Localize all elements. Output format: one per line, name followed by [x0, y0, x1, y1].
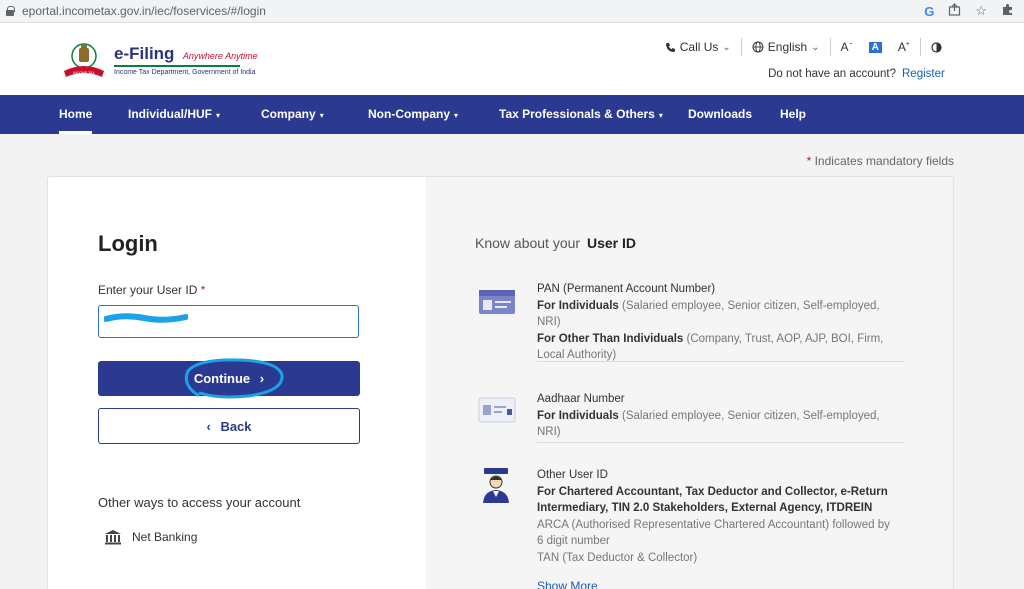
- other-id-info: Other User ID For Chartered Accountant, …: [537, 467, 897, 566]
- main-nav: Home Individual/HUF ▾ Company ▾ Non-Compan…: [0, 95, 1024, 134]
- brand-title: e-Filing: [114, 44, 175, 63]
- required-star: *: [200, 283, 206, 297]
- chevron-down-icon: ⌄: [722, 41, 731, 53]
- nav-home[interactable]: Home: [59, 95, 93, 134]
- pan-ind-label: For Individuals: [537, 299, 619, 312]
- mandatory-note-text: Indicates mandatory fields: [814, 154, 954, 168]
- brand-underline: [114, 65, 240, 67]
- chevron-right-icon: ›: [259, 371, 265, 386]
- nav-downloads[interactable]: Downloads: [688, 95, 752, 134]
- chevron-left-icon: ‹: [206, 418, 211, 434]
- other-id-bold-text: For Chartered Accountant, Tax Deductor a…: [537, 485, 888, 515]
- font-size-controls: A− A A+: [831, 40, 920, 54]
- nav-individual-label: Individual/HUF: [128, 107, 212, 121]
- nav-non-company-label: Non-Company: [368, 107, 450, 121]
- pan-other: For Other Than Individuals (Company, Tru…: [537, 331, 897, 364]
- aadhaar-info: Aadhaar Number For Individuals (Salaried…: [537, 391, 897, 441]
- chevron-down-icon: ▾: [454, 111, 459, 120]
- divider: [537, 442, 905, 443]
- pan-info: PAN (Permanent Account Number) For Indiv…: [537, 281, 897, 364]
- contrast-toggle[interactable]: [921, 41, 1024, 53]
- other-id-heading: Other User ID: [537, 469, 608, 481]
- other-ways-heading: Other ways to access your account: [98, 495, 301, 510]
- lock-icon: [6, 6, 15, 16]
- required-star: *: [806, 154, 815, 168]
- browser-address-bar[interactable]: eportal.incometax.gov.in/iec/foservices/…: [0, 0, 1024, 23]
- back-label: Back: [220, 418, 252, 434]
- default-font-icon[interactable]: A: [868, 41, 882, 53]
- net-banking-option[interactable]: Net Banking: [104, 529, 197, 545]
- userid-label-text: Enter your User ID: [98, 283, 198, 297]
- arca-text: ARCA (Authorised Representative Chartere…: [537, 518, 890, 548]
- know-heading-bold: User ID: [586, 235, 636, 251]
- increase-font-icon[interactable]: A+: [898, 40, 910, 54]
- contrast-icon: [931, 41, 942, 53]
- professional-user-icon: [483, 468, 509, 503]
- no-account-text: Do not have an account?: [768, 68, 896, 80]
- pan-other-label: For Other Than Individuals: [537, 332, 684, 345]
- aadhaar-card-icon: [478, 397, 516, 423]
- net-banking-label: Net Banking: [132, 530, 198, 544]
- know-heading-prefix: Know about your: [475, 235, 581, 251]
- pan-card-icon: [479, 290, 515, 314]
- register-link[interactable]: Register: [902, 68, 945, 80]
- phone-icon: [665, 42, 675, 52]
- share-icon[interactable]: [948, 3, 961, 19]
- star-icon[interactable]: ☆: [975, 3, 987, 19]
- language-selector[interactable]: English ⌄: [742, 40, 830, 54]
- url-text[interactable]: eportal.incometax.gov.in/iec/foservices/…: [22, 4, 266, 18]
- header-tools: Call Us ⌄ English ⌄ A− A A+: [655, 36, 1024, 58]
- nav-home-label: Home: [59, 107, 93, 121]
- svg-text:INCOME TAX: INCOME TAX: [73, 71, 95, 75]
- brand-subtitle: Income Tax Department, Government of Ind…: [114, 69, 256, 76]
- nav-company-label: Company: [261, 107, 316, 121]
- user-id-info-panel: Know about your User ID PAN (Permanent A…: [426, 177, 953, 589]
- know-heading: Know about your User ID: [475, 235, 636, 251]
- back-button[interactable]: ‹ Back: [98, 408, 360, 444]
- decrease-font-icon[interactable]: A−: [841, 40, 853, 54]
- pan-heading: PAN (Permanent Account Number): [537, 283, 716, 295]
- login-card: Login Enter your User ID * Continue › ‹ …: [47, 176, 954, 589]
- chevron-down-icon: ▾: [658, 111, 663, 120]
- site-header: INCOME TAX e-Filing Anywhere Anytime Inc…: [0, 23, 1024, 95]
- nav-tax-professionals-label: Tax Professionals & Others: [499, 107, 655, 121]
- extensions-icon[interactable]: [1001, 3, 1014, 19]
- call-us-label: Call Us: [679, 40, 719, 54]
- browser-toolbar-icons: G ☆: [924, 3, 1014, 19]
- page-title: Login: [98, 231, 158, 256]
- userid-label: Enter your User ID *: [98, 283, 205, 297]
- chevron-down-icon: ▾: [319, 111, 324, 120]
- continue-button[interactable]: Continue ›: [98, 361, 360, 396]
- call-us-menu[interactable]: Call Us ⌄: [655, 40, 741, 54]
- brand-tagline: Anywhere Anytime: [182, 51, 258, 61]
- nav-tax-professionals[interactable]: Tax Professionals & Others ▾: [499, 95, 663, 134]
- chevron-down-icon: ⌄: [811, 41, 820, 53]
- nav-individual-huf[interactable]: Individual/HUF ▾: [128, 95, 220, 134]
- nav-downloads-label: Downloads: [688, 107, 753, 121]
- google-icon[interactable]: G: [924, 4, 934, 19]
- nav-help[interactable]: Help: [780, 95, 806, 134]
- aadhaar-heading: Aadhaar Number: [537, 393, 625, 405]
- chevron-down-icon: ▾: [216, 111, 221, 120]
- continue-label: Continue: [193, 371, 251, 386]
- emblem-logo-icon: INCOME TAX: [64, 43, 104, 77]
- userid-input[interactable]: [98, 305, 359, 338]
- nav-help-label: Help: [780, 107, 807, 121]
- pan-individuals: For Individuals (Salaried employee, Seni…: [537, 298, 897, 331]
- nav-company[interactable]: Company ▾: [261, 95, 324, 134]
- other-id-bold: For Chartered Accountant, Tax Deductor a…: [537, 484, 897, 517]
- tan-text: TAN (Tax Deductor & Collector): [537, 551, 698, 564]
- language-label: English: [767, 40, 808, 54]
- aadhaar-individuals: For Individuals (Salaried employee, Seni…: [537, 408, 897, 441]
- mandatory-note: * Indicates mandatory fields: [807, 154, 954, 168]
- divider: [537, 361, 905, 362]
- globe-icon: [752, 41, 764, 53]
- show-more-link[interactable]: Show More: [537, 579, 598, 589]
- brand-logo[interactable]: e-Filing Anywhere Anytime Income Tax Dep…: [114, 44, 258, 76]
- bank-icon: [105, 530, 121, 545]
- aadhaar-ind-label: For Individuals: [537, 409, 619, 422]
- nav-non-company[interactable]: Non-Company ▾: [368, 95, 458, 134]
